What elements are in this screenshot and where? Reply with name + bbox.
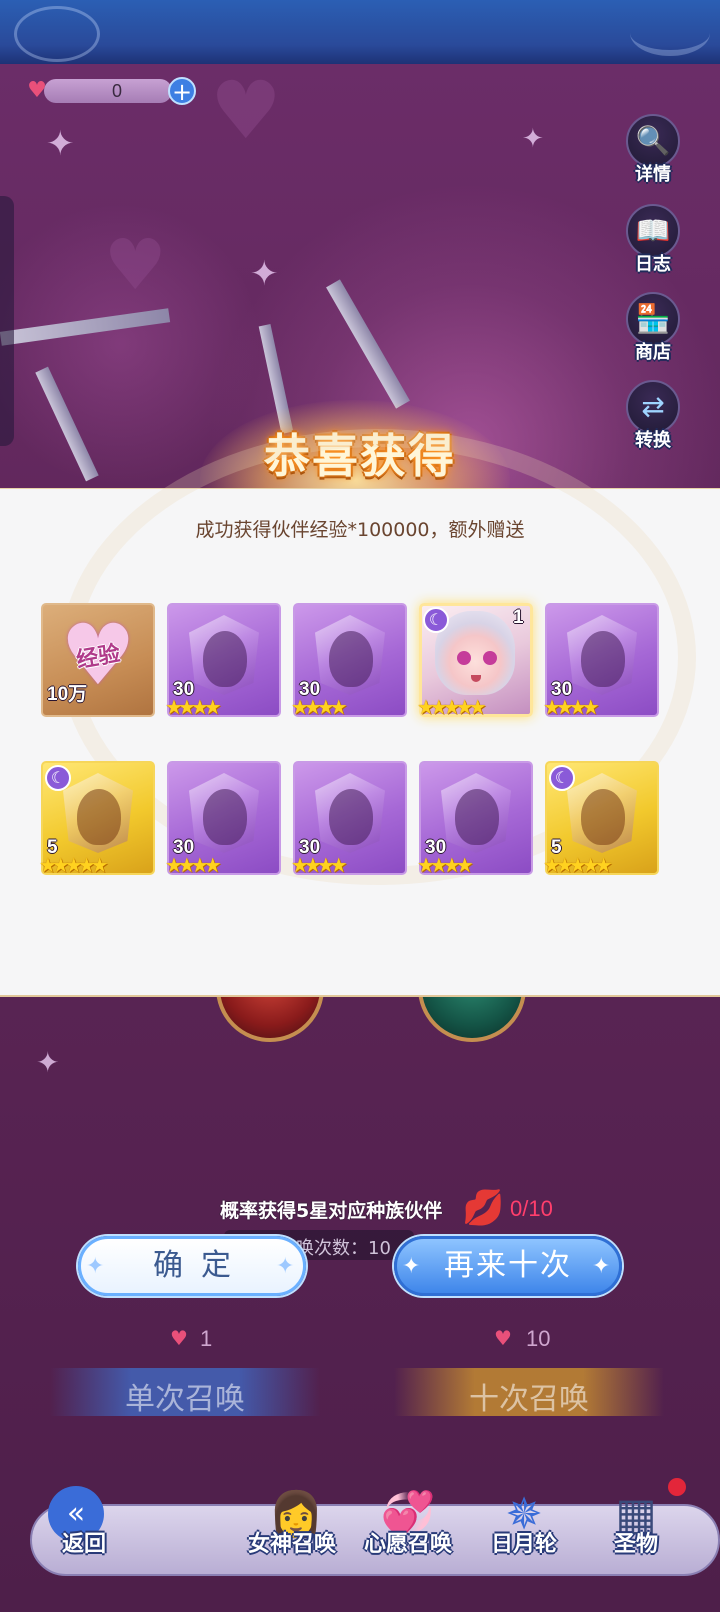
currency-value: 0 — [111, 81, 122, 101]
sparkle-icon: ✦ — [250, 254, 279, 294]
side-drawer-tab[interactable] — [0, 196, 14, 446]
kiss-gem-icon: ♥ — [170, 1326, 188, 1350]
reward-item-gold-shard[interactable]: ☾ 5 ★★★★★ — [39, 761, 155, 877]
star-rating: ★★★★ — [543, 695, 600, 719]
nav-wish-summon[interactable]: 💞 心愿召唤 — [364, 1480, 452, 1580]
nav-back-label: 返回 — [61, 1532, 106, 1557]
star-rating: ★★★★ — [165, 853, 222, 877]
moon-faction-icon: ☾ — [45, 765, 71, 791]
reward-item-purple-shard[interactable]: 30 ★★★★ — [291, 603, 407, 719]
sparkle-icon: ✦ — [36, 1046, 60, 1079]
nav-sun-moon-wheel-label: 日月轮 — [490, 1532, 557, 1557]
weapon-blade-decoration — [35, 366, 99, 482]
reward-item-gold-shard[interactable]: ☾ 5 ★★★★★ — [543, 761, 659, 877]
convert-button[interactable]: ⇄ 转换 — [622, 380, 684, 460]
convert-label: 转换 — [635, 430, 671, 451]
single-summon-cost: 1 — [200, 1326, 213, 1351]
star-rating: ★★★★★ — [417, 695, 487, 719]
reward-item-purple-shard[interactable]: 30 ★★★★ — [543, 603, 659, 719]
kiss-gem-icon: ♥ — [27, 78, 47, 103]
reward-item-hero[interactable]: ☾ 1 ★★★★★ — [417, 603, 533, 719]
partner-silhouette-icon — [77, 789, 121, 845]
partner-silhouette-icon — [329, 789, 373, 845]
partner-silhouette-icon — [203, 789, 247, 845]
summon-times-text: 唤次数：10 — [296, 1238, 391, 1259]
shop-button[interactable]: 🏪 商店 — [622, 292, 684, 372]
wish-counter: 💋 0/10 — [462, 1188, 582, 1232]
wave-decoration-icon — [630, 10, 710, 56]
moon-faction-icon: ☾ — [423, 607, 449, 633]
top-banner — [0, 0, 720, 64]
sparkle-icon: ✦ — [402, 1254, 421, 1279]
star-rating: ★★★★ — [417, 853, 474, 877]
sparkle-icon: ✦ — [46, 124, 75, 164]
single-summon-button[interactable]: 单次召唤 — [50, 1368, 320, 1417]
star-rating: ★★★★★ — [39, 853, 109, 877]
partner-silhouette-icon — [329, 631, 373, 687]
heart-decoration-icon: ♥ — [104, 224, 167, 306]
bottom-nav: « 返回 👩 女神召唤 💞 心愿召唤 ✵ 日月轮 ▦ 圣物 — [0, 1480, 720, 1612]
hero-eye — [483, 651, 497, 665]
partner-silhouette-icon — [581, 789, 625, 845]
nav-goddess-summon-label: 女神召唤 — [247, 1532, 336, 1557]
sparkle-icon: ✦ — [86, 1254, 105, 1279]
star-rating: ★★★★ — [291, 695, 348, 719]
kiss-lips-icon: 💋 — [462, 1188, 505, 1228]
item-count: 1 — [513, 607, 524, 628]
notification-dot — [668, 1478, 686, 1496]
reward-subtitle: 成功获得伙伴经验*100000，额外赠送 — [195, 519, 525, 541]
weapon-blade-decoration — [0, 308, 171, 346]
single-summon-label: 单次召唤 — [125, 1382, 245, 1417]
nav-relic-label: 圣物 — [613, 1532, 658, 1557]
star-rating: ★★★★★ — [543, 853, 613, 877]
nav-back[interactable]: « 返回 — [44, 1480, 124, 1580]
nav-wish-summon-label: 心愿召唤 — [363, 1532, 452, 1557]
moon-faction-icon: ☾ — [549, 765, 575, 791]
star-rating: ★★★★ — [165, 695, 222, 719]
ten-summon-label: 十次召唤 — [469, 1382, 589, 1417]
nav-goddess-summon[interactable]: 👩 女神召唤 — [248, 1480, 336, 1580]
shop-label: 商店 — [635, 342, 671, 363]
kiss-gem-icon: ♥ — [494, 1326, 512, 1350]
summon-again-button[interactable]: 再来十次 — [394, 1236, 622, 1296]
confirm-button[interactable]: 确定 — [78, 1236, 306, 1296]
details-button[interactable]: 🔍 详情 — [622, 114, 684, 194]
star-rating: ★★★★ — [291, 853, 348, 877]
currency-bar: ♥ 0 + — [22, 76, 196, 106]
sparkle-icon: ✦ — [592, 1254, 611, 1279]
ten-summon-button[interactable]: 十次召唤 — [394, 1368, 664, 1417]
ten-summon-cost: 10 — [526, 1326, 551, 1351]
chance-description: 概率获得5星对应种族伙伴 — [220, 1200, 443, 1222]
reward-item-exp[interactable]: ♥ 经验 10万 — [41, 603, 155, 717]
partner-silhouette-icon — [581, 631, 625, 687]
reward-panel: 成功获得伙伴经验*100000，额外赠送 ♥ 经验 10万 30 ★★★★ 30… — [0, 429, 720, 997]
heart-decoration-icon: ♥ — [210, 64, 282, 157]
wish-counter-value: 0/10 — [510, 1196, 553, 1221]
add-currency-button[interactable]: + — [168, 77, 196, 106]
partner-silhouette-icon — [203, 631, 247, 687]
nav-relic[interactable]: ▦ 圣物 — [596, 1480, 676, 1580]
details-label: 详情 — [635, 164, 671, 185]
sparkle-icon: ✦ — [522, 124, 544, 154]
reward-item-purple-shard[interactable]: 30 ★★★★ — [165, 761, 281, 877]
log-label: 日志 — [635, 254, 671, 275]
reward-item-purple-shard[interactable]: 30 ★★★★ — [291, 761, 407, 877]
reward-item-purple-shard[interactable]: 30 ★★★★ — [165, 603, 281, 719]
weapon-blade-decoration — [326, 279, 410, 409]
log-button[interactable]: 📖 日志 — [622, 204, 684, 284]
heart-arrow-decoration-icon — [14, 6, 100, 62]
sparkle-icon: ✦ — [276, 1254, 295, 1279]
nav-sun-moon-wheel[interactable]: ✵ 日月轮 — [484, 1480, 564, 1580]
item-count: 10万 — [47, 684, 88, 705]
reward-item-purple-shard[interactable]: 30 ★★★★ — [417, 761, 533, 877]
hero-eye — [457, 651, 471, 665]
partner-silhouette-icon — [455, 789, 499, 845]
